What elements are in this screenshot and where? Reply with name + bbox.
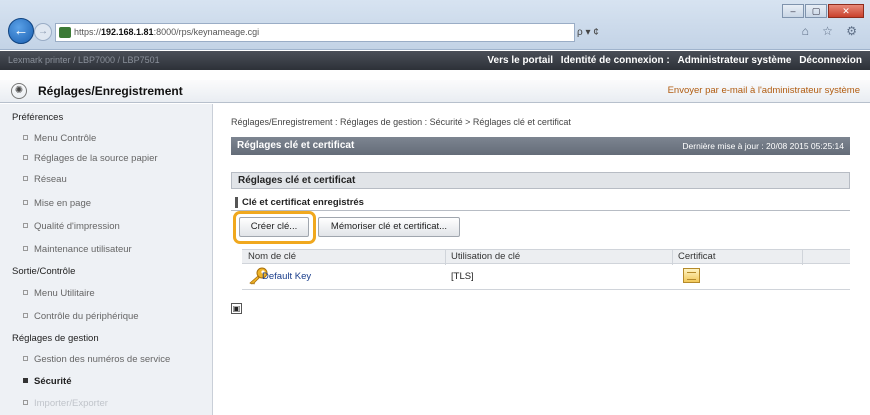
sidebar-item-label: Contrôle du périphérique bbox=[34, 311, 139, 322]
bullet-icon bbox=[23, 135, 28, 140]
close-button[interactable]: ✕ bbox=[828, 4, 864, 18]
bullet-icon bbox=[23, 400, 28, 405]
bullet-icon bbox=[23, 313, 28, 318]
login-label: Identité de connexion : bbox=[560, 55, 670, 66]
sidebar-group-preferences[interactable]: Préférences bbox=[12, 112, 63, 123]
content-header: Réglages clé et certificat Dernière mise… bbox=[231, 137, 850, 155]
column-divider bbox=[802, 250, 803, 265]
maximize-button[interactable]: ▢ bbox=[805, 4, 827, 18]
address-bar[interactable]: https://192.168.1.81:8000/rps/keynameage… bbox=[55, 23, 575, 42]
create-key-button[interactable]: Créer clé... bbox=[239, 217, 309, 237]
site-favicon-icon bbox=[59, 27, 71, 38]
address-tools[interactable]: ρ ▾ ¢ bbox=[577, 23, 627, 42]
device-name: Lexmark printer / LBP7000 / LBP7501 bbox=[8, 55, 160, 65]
sidebar-item-label: Maintenance utilisateur bbox=[34, 244, 132, 255]
content-title: Réglages clé et certificat bbox=[237, 140, 355, 151]
minimize-button[interactable]: – bbox=[782, 4, 804, 18]
sidebar-item-numeros-service[interactable]: Gestion des numéros de service bbox=[23, 354, 170, 365]
settings-logo-icon: ✺ bbox=[11, 83, 27, 99]
sidebar-item-maintenance[interactable]: Maintenance utilisateur bbox=[23, 244, 132, 255]
url-path: :8000/rps/keynameage.cgi bbox=[153, 27, 260, 37]
column-header-key-usage: Utilisation de clé bbox=[451, 251, 521, 262]
bullet-icon bbox=[23, 378, 28, 383]
subsection-header: Clé et certificat enregistrés bbox=[231, 196, 850, 211]
bullet-icon bbox=[23, 155, 28, 160]
sidebar-item-label: Réseau bbox=[34, 174, 67, 185]
sidebar-item-reseau[interactable]: Réseau bbox=[23, 174, 67, 185]
page-header: ✺ Réglages/Enregistrement Envoyer par e-… bbox=[0, 80, 870, 103]
table-row: Default Key [TLS] bbox=[242, 264, 850, 290]
top-links: Vers le portail Identité de connexion : … bbox=[482, 51, 862, 70]
sidebar-group-gestion[interactable]: Réglages de gestion bbox=[12, 333, 99, 344]
save-key-certificate-button[interactable]: Mémoriser clé et certificat... bbox=[318, 217, 460, 237]
sidebar-item-import-export[interactable]: Importer/Exporter bbox=[23, 398, 108, 409]
sidebar-item-label: Menu Utilitaire bbox=[34, 288, 95, 299]
sidebar-item-securite[interactable]: Sécurité bbox=[23, 376, 72, 387]
bullet-icon bbox=[23, 356, 28, 361]
subsection-title: Clé et certificat enregistrés bbox=[235, 197, 364, 208]
sidebar-item-qualite[interactable]: Qualité d'impression bbox=[23, 221, 120, 232]
sidebar-item-label: Gestion des numéros de service bbox=[34, 354, 171, 365]
page-title: Réglages/Enregistrement bbox=[38, 84, 183, 98]
section-title: Réglages clé et certificat bbox=[238, 175, 356, 186]
mail-admin-link[interactable]: Envoyer par e-mail à l'administrateur sy… bbox=[668, 85, 860, 96]
certificate-icon[interactable] bbox=[683, 268, 700, 283]
table-header: Nom de clé Utilisation de clé Certificat bbox=[242, 249, 850, 265]
user-name: Administrateur système bbox=[677, 55, 792, 66]
breadcrumb: Réglages/Enregistrement : Réglages de ge… bbox=[231, 117, 571, 127]
back-arrow-icon[interactable]: ← bbox=[8, 18, 34, 44]
sidebar-item-label: Réglages de la source papier bbox=[34, 153, 158, 164]
bullet-icon bbox=[23, 290, 28, 295]
sidebar-item-label: Mise en page bbox=[34, 198, 92, 209]
bullet-icon bbox=[23, 223, 28, 228]
sidebar-item-menu-controle[interactable]: Menu Contrôle bbox=[23, 133, 96, 144]
sidebar-item-label: Sécurité bbox=[34, 376, 72, 387]
last-update: Dernière mise à jour : 20/08 2015 05:25:… bbox=[682, 141, 844, 151]
sidebar-item-menu-utilitaire[interactable]: Menu Utilitaire bbox=[23, 288, 95, 299]
column-divider bbox=[445, 250, 446, 265]
bullet-icon bbox=[23, 246, 28, 251]
portal-link[interactable]: Vers le portail bbox=[487, 55, 553, 66]
key-name-link[interactable]: Default Key bbox=[262, 271, 311, 282]
print-icon[interactable]: ▣ bbox=[231, 303, 242, 314]
sidebar-item-label: Qualité d'impression bbox=[34, 221, 120, 232]
url-prefix: https:// bbox=[74, 27, 102, 37]
section-header: Réglages clé et certificat bbox=[231, 172, 850, 189]
sidebar-item-mise-en-page[interactable]: Mise en page bbox=[23, 198, 91, 209]
sidebar-item-controle-peripherique[interactable]: Contrôle du périphérique bbox=[23, 311, 139, 322]
url-host: 192.168.1.81 bbox=[101, 27, 154, 37]
forward-arrow-icon[interactable]: → bbox=[34, 23, 52, 41]
column-divider bbox=[672, 250, 673, 265]
top-bar: Lexmark printer / LBP7000 / LBP7501 Vers… bbox=[0, 51, 870, 70]
column-header-key-name: Nom de clé bbox=[248, 251, 297, 262]
home-star-gear-icon[interactable]: ⌂ ☆ ⚙ bbox=[802, 24, 862, 38]
browser-chrome: – ▢ ✕ ← → https://192.168.1.81:8000/rps/… bbox=[0, 0, 870, 50]
bullet-icon bbox=[23, 176, 28, 181]
sidebar: Préférences Menu Contrôle Réglages de la… bbox=[0, 104, 213, 415]
logout-link[interactable]: Déconnexion bbox=[799, 55, 862, 66]
sidebar-item-label: Importer/Exporter bbox=[34, 398, 108, 409]
sidebar-group-sortie[interactable]: Sortie/Contrôle bbox=[12, 266, 75, 277]
sidebar-item-source-papier[interactable]: Réglages de la source papier bbox=[23, 153, 158, 164]
column-header-certificate: Certificat bbox=[678, 251, 716, 262]
bullet-icon bbox=[23, 200, 28, 205]
key-usage: [TLS] bbox=[451, 271, 474, 282]
window-controls: – ▢ ✕ bbox=[782, 4, 864, 18]
sidebar-item-label: Menu Contrôle bbox=[34, 133, 97, 144]
